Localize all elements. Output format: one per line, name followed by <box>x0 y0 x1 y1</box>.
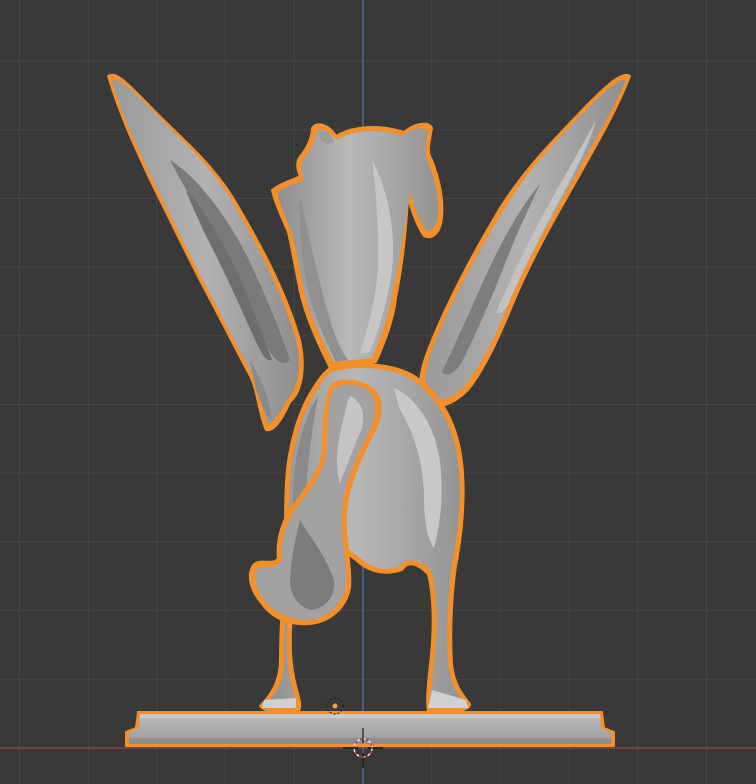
3d-viewport[interactable] <box>0 0 756 784</box>
viewport-canvas[interactable] <box>0 0 756 784</box>
statue-base[interactable] <box>125 711 615 747</box>
